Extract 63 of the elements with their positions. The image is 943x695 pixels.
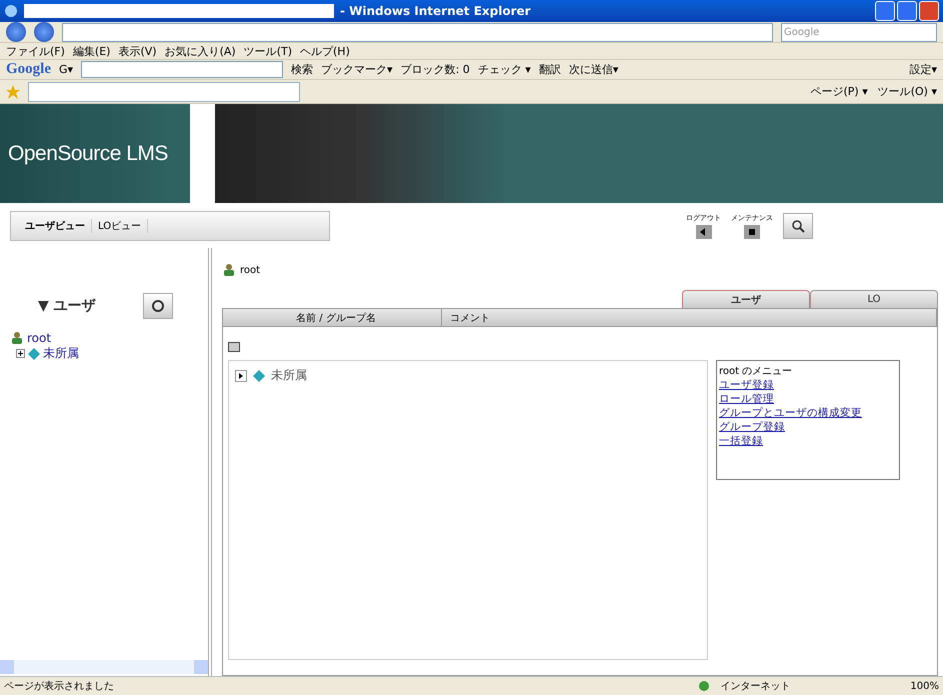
toolbar-item[interactable]: ブロック数: 0 (400, 62, 470, 77)
security-zone: インターネット (720, 680, 790, 693)
menu-link[interactable]: ロール管理 (719, 392, 897, 406)
globe-icon (698, 680, 710, 692)
maximize-button[interactable] (897, 1, 917, 21)
menu-item[interactable]: 表示(V) (118, 44, 157, 58)
tree-item[interactable]: root (27, 331, 52, 345)
settings-button[interactable]: 設定▾ (909, 62, 937, 77)
menu-item[interactable]: お気に入り(A) (164, 44, 236, 58)
expand-icon[interactable] (235, 370, 247, 382)
refresh-button[interactable] (143, 293, 173, 319)
refresh-icon (151, 299, 165, 313)
group-icon (253, 370, 265, 382)
panel-tab[interactable]: LO (810, 290, 938, 308)
command-item[interactable]: ツール(O) ▾ (878, 84, 937, 99)
menu-item[interactable]: 編集(E) (72, 44, 110, 58)
close-button[interactable] (919, 1, 939, 21)
breadcrumb: root (240, 264, 260, 276)
toolbar-item[interactable]: 翻訳 (538, 62, 561, 77)
menu-item[interactable]: ファイル(F) (6, 44, 65, 58)
browser-tab[interactable] (28, 82, 300, 102)
view-tab[interactable]: LOビュー (92, 218, 148, 232)
google-logo: Google (6, 61, 51, 78)
toolbar-item[interactable]: ブックマーク▾ (321, 62, 393, 77)
menu-item[interactable]: ヘルプ(H) (300, 44, 350, 58)
star-icon[interactable] (6, 84, 20, 98)
command-item[interactable]: ページ(P) ▾ (810, 84, 868, 99)
tree-item[interactable]: 未所属 (43, 345, 79, 362)
toolbar-item[interactable]: チェック ▾ (478, 62, 531, 77)
search-field[interactable]: Google (781, 22, 937, 42)
browser-icon (4, 4, 18, 18)
users-icon (222, 263, 236, 277)
menu-link[interactable]: ユーザ登録 (719, 378, 897, 392)
folder-icon[interactable] (228, 341, 240, 352)
site-logo: OpenSource LMS (0, 104, 190, 203)
toolbar-item[interactable]: 次に送信▾ (568, 62, 618, 77)
address-field[interactable] (62, 22, 773, 42)
sidebar-title: ▼ ユーザ (38, 297, 96, 315)
menu-title: root のメニュー (719, 365, 794, 378)
toolbar-search-field[interactable] (81, 61, 284, 78)
panel-tab[interactable]: ユーザ (682, 290, 810, 308)
users-icon (10, 331, 24, 345)
search-button[interactable] (783, 212, 813, 238)
search-icon (791, 218, 805, 232)
zoom-level[interactable]: 100% (910, 680, 939, 692)
view-tab[interactable]: ユーザビュー (19, 218, 92, 232)
search-button[interactable]: 検索 (291, 62, 314, 77)
window-title: - Windows Internet Explorer (340, 4, 531, 18)
column-header: 名前 / グループ名 (223, 309, 442, 326)
menu-link[interactable]: グループ登録 (719, 420, 897, 434)
column-header: コメント (442, 309, 937, 326)
group-icon (28, 348, 40, 360)
menu-link[interactable]: 一括登録 (719, 434, 897, 448)
list-item[interactable]: 未所属 (271, 367, 307, 384)
g-button[interactable]: G▾ (59, 63, 74, 76)
minimize-button[interactable] (875, 1, 895, 21)
scrollbar[interactable] (0, 660, 208, 674)
status-message: ページが表示されました (4, 680, 114, 693)
menu-link[interactable]: グループとユーザの構成変更 (719, 406, 897, 420)
forward-button[interactable] (34, 22, 54, 42)
menu-item[interactable]: ツール(T) (244, 44, 292, 58)
expand-icon[interactable] (16, 349, 25, 358)
back-button[interactable] (6, 22, 26, 42)
